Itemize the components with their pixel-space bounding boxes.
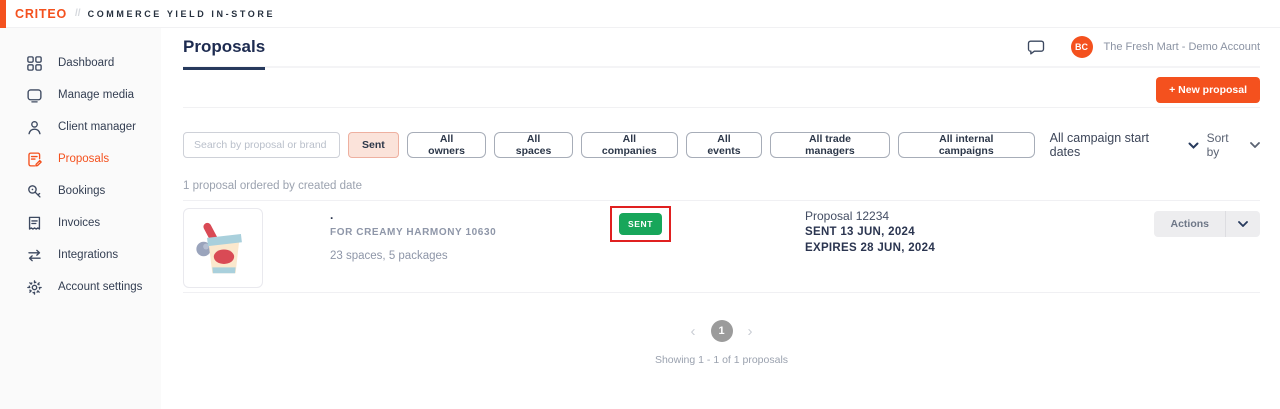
sidebar-item-integrations[interactable]: Integrations [0,239,161,271]
campaign-start-dates-dropdown[interactable]: All campaign start dates [1050,131,1199,159]
dashboard-icon [26,55,43,72]
proposal-subtitle: FOR CREAMY HARMONY 10630 [330,227,496,238]
proposal-info-block: Proposal 12234 SENT 13 JUN, 2024 EXPIRES… [805,208,935,256]
filter-chip-all-internal-campaigns[interactable]: All internal campaigns [898,132,1035,158]
proposal-row: . FOR CREAMY HARMONY 10630 23 spaces, 5 … [183,200,1260,293]
screen-icon [26,87,43,104]
filter-chip-all-spaces[interactable]: All spaces [494,132,572,158]
sidebar-item-account-settings[interactable]: Account settings [0,271,161,303]
logo-separator: // [75,8,81,19]
sidebar-item-bookings[interactable]: Bookings [0,175,161,207]
sidebar-item-label: Integrations [58,249,118,261]
filter-chip-all-trade-managers[interactable]: All trade managers [770,132,890,158]
top-bar: CRITEO // COMMERCE YIELD IN-STORE [0,0,1280,28]
chevron-down-icon [1250,142,1260,148]
filter-chip-all-companies[interactable]: All companies [581,132,678,158]
yogurt-illustration [192,217,254,279]
proposal-sent-date: SENT 13 JUN, 2024 [805,224,935,240]
arrows-swap-icon [26,247,43,264]
page-header: Proposals BC The Fresh Mart - Demo Accou… [183,28,1260,68]
document-icon [26,151,43,168]
sidebar-item-invoices[interactable]: Invoices [0,207,161,239]
account-name[interactable]: The Fresh Mart - Demo Account [1104,41,1261,53]
criteo-logo[interactable]: CRITEO [15,7,67,21]
proposal-id: Proposal 12234 [805,208,935,224]
proposal-thumbnail[interactable] [183,208,263,288]
sidebar-item-label: Proposals [58,153,109,165]
filter-chip-all-events[interactable]: All events [686,132,762,158]
brand-accent-strip [0,0,6,28]
filter-chip-all-owners[interactable]: All owners [407,132,487,158]
sidebar-item-label: Account settings [58,281,142,293]
annotation-highlight-box: SENT [610,206,671,242]
proposal-expires-date: EXPIRES 28 JUN, 2024 [805,240,935,256]
pagination: ‹ 1 › [183,320,1260,342]
sidebar-item-label: Bookings [58,185,105,197]
sidebar-item-label: Dashboard [58,57,114,69]
chat-icon[interactable] [1026,37,1046,57]
main-content: Proposals BC The Fresh Mart - Demo Accou… [161,28,1280,409]
filter-chip-sent[interactable]: Sent [348,132,399,158]
pagination-summary: Showing 1 - 1 of 1 proposals [183,354,1260,366]
chevron-down-icon [1188,142,1199,149]
actions-button[interactable]: Actions [1154,211,1226,237]
gear-icon [26,279,43,296]
pagination-prev-button[interactable]: ‹ [691,324,696,339]
page-actions-row: + New proposal [183,68,1260,108]
actions-split-button: Actions [1154,211,1260,237]
status-badge: SENT [619,213,662,235]
actions-caret-button[interactable] [1226,211,1260,237]
page-title[interactable]: Proposals [183,37,265,70]
sidebar: Dashboard Manage media Client manager [0,28,161,409]
sidebar-item-manage-media[interactable]: Manage media [0,79,161,111]
person-icon [26,119,43,136]
sidebar-item-label: Client manager [58,121,136,133]
proposal-meta: 23 spaces, 5 packages [330,250,496,262]
search-input[interactable] [183,132,340,158]
sidebar-item-proposals[interactable]: Proposals [0,143,161,175]
product-name: COMMERCE YIELD IN-STORE [88,9,275,19]
sidebar-item-label: Manage media [58,89,134,101]
sidebar-item-dashboard[interactable]: Dashboard [0,47,161,79]
sidebar-item-client-manager[interactable]: Client manager [0,111,161,143]
filters-bar: Sent All owners All spaces All companies… [183,131,1260,159]
key-icon [26,183,43,200]
new-proposal-button[interactable]: + New proposal [1156,77,1260,103]
sort-by-dropdown[interactable]: Sort by [1207,131,1260,159]
avatar[interactable]: BC [1071,36,1093,58]
pagination-page-1[interactable]: 1 [711,320,733,342]
proposal-name: . [330,210,496,220]
results-summary: 1 proposal ordered by created date [183,180,1260,192]
pagination-next-button[interactable]: › [748,324,753,339]
proposal-title-block[interactable]: . FOR CREAMY HARMONY 10630 23 spaces, 5 … [330,210,496,262]
receipt-icon [26,215,43,232]
campaign-start-dates-label: All campaign start dates [1050,131,1179,159]
sidebar-item-label: Invoices [58,217,100,229]
sort-by-label: Sort by [1207,131,1243,159]
